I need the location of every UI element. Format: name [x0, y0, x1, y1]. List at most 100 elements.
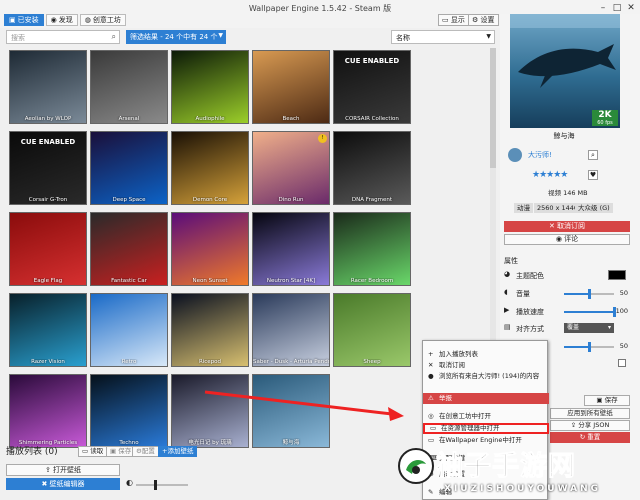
wallpaper-tile[interactable]: Techno — [90, 374, 168, 448]
wallpaper-name: CORSAIR Collection — [345, 116, 399, 122]
unsubscribe-button[interactable]: ✕ 取消订阅 — [504, 221, 630, 232]
compass-icon: ◉ — [50, 16, 57, 24]
warning-icon: ! — [318, 134, 327, 143]
wallpaper-tile[interactable]: ! Dino Run — [252, 131, 330, 205]
menu-item[interactable]: ✕ 取消订阅 — [423, 360, 549, 371]
tab-installed[interactable]: ▣ 已安装 — [4, 14, 44, 26]
bottom-volume-knob[interactable] — [154, 480, 158, 490]
menu-item-icon: ✕ — [428, 361, 434, 369]
wallpaper-tile[interactable]: Audiophile — [171, 50, 249, 124]
playlist-save-button[interactable]: ▣ 保存 — [106, 446, 136, 457]
wallpaper-tile[interactable]: Ricepod — [171, 293, 249, 367]
wallpaper-name: Sheep — [363, 359, 381, 365]
wallpaper-tile[interactable]: DNA Fragment — [333, 131, 411, 205]
wallpaper-tile[interactable]: Arsenal — [90, 50, 168, 124]
wallpaper-name: Neutron Star [4K] — [266, 278, 316, 284]
menu-item[interactable]: ● 浏览所有来自大污师! (194)的内容 — [423, 371, 549, 382]
wallpaper-tile[interactable]: CUE ENABLED Corsair G-Tron — [9, 131, 87, 205]
share-json-button[interactable]: ⇪ 分享 JSON — [550, 420, 630, 431]
wallpaper-name: Arsenal — [118, 116, 140, 122]
close-icon[interactable]: ✕ — [624, 3, 638, 13]
option-checkbox[interactable] — [618, 359, 626, 367]
wallpaper-name: Ricepod — [198, 359, 222, 365]
menu-item-icon: ▭ — [430, 424, 437, 432]
save-icon: ▣ — [110, 447, 117, 455]
wallpaper-name: Deep Space — [112, 197, 146, 203]
maximize-icon[interactable]: □ — [610, 3, 624, 13]
filter-dropdown[interactable]: 筛选结果 - 24 个中有 24 个 ▼ — [126, 30, 226, 44]
wallpaper-title: 鲸与海 — [553, 132, 575, 140]
wallpaper-editor-button[interactable]: ✖ 壁纸编辑器 — [6, 478, 120, 490]
wallpaper-tile[interactable]: Demon Core — [171, 131, 249, 205]
close-icon: ✕ — [548, 222, 555, 230]
wallpaper-tile[interactable]: Shimmering Particles — [9, 374, 87, 448]
wallpaper-tile[interactable]: Neon Sunset — [171, 212, 249, 286]
wallpaper-tile[interactable]: Razer Vision — [9, 293, 87, 367]
menu-item-label: 浏览所有来自大污师! (194)的内容 — [439, 372, 540, 380]
wallpaper-tile[interactable]: Saber - Dusk - Arturia Pendragon - セイバー【… — [252, 293, 330, 367]
wallpaper-grid: Aeolian by WLOP Arsenal Audiophile Beach CUE… — [9, 50, 413, 448]
share-icon: ⇪ — [570, 421, 577, 429]
playlist-configure-button[interactable]: ⚙配置 — [132, 446, 159, 457]
speaker-icon: ◖ — [504, 288, 508, 296]
heart-icon[interactable]: ♥ — [588, 170, 598, 180]
minimize-icon[interactable]: – — [596, 3, 610, 13]
wallpaper-name: Retro — [121, 359, 137, 365]
window-title: Wallpaper Engine 1.5.42 - Steam 版 — [248, 4, 392, 13]
apply-all-button[interactable]: 应用到所有壁纸 — [550, 408, 630, 419]
play-icon: ▶ — [504, 306, 510, 314]
picture-icon: ▣ — [9, 16, 16, 24]
wallpaper-tile[interactable]: 电光日记 by 琉璃 — [171, 374, 249, 448]
wallpaper-name: Audiophile — [195, 116, 225, 122]
wallpaper-name: Demon Core — [192, 197, 228, 203]
chevron-down-icon: ▼ — [218, 32, 223, 39]
author-link[interactable]: 大污师! — [528, 150, 552, 160]
wallpaper-tile[interactable]: CUE ENABLED CORSAIR Collection — [333, 50, 411, 124]
volume-slider[interactable] — [564, 289, 614, 299]
wallpaper-tile[interactable]: Neutron Star [4K] — [252, 212, 330, 286]
color-swatch[interactable] — [608, 270, 626, 280]
wallpaper-tile[interactable]: Eagle Flag — [9, 212, 87, 286]
playlist-load-button[interactable]: ▭ 读取 — [78, 446, 108, 457]
tab-workshop[interactable]: ◍ 创意工坊 — [79, 14, 126, 26]
watermark-logo — [398, 448, 434, 484]
wallpaper-tile[interactable]: Aeolian by WLOP — [9, 50, 87, 124]
position-slider[interactable] — [564, 342, 614, 352]
wallpaper-name: DNA Fragment — [351, 197, 393, 203]
monitor-icon: ▭ — [442, 16, 449, 24]
wallpaper-name: Dino Run — [278, 197, 304, 203]
upload-icon: ⇪ — [44, 466, 51, 474]
search-icon[interactable]: ⌕ — [588, 150, 598, 160]
sort-dropdown[interactable]: 名称 ▼ — [391, 30, 495, 44]
menu-item[interactable]: ⚠ 举报 — [423, 393, 549, 404]
wallpaper-tile[interactable]: 鲸与海 — [252, 374, 330, 448]
wallpaper-tile[interactable]: Fantastic Car — [90, 212, 168, 286]
watermark: 袖子手游网 XIUZISHOUYOUWANG — [392, 440, 640, 500]
menu-item[interactable]: ▭ 在资源管理器中打开 — [423, 423, 549, 434]
bottom-volume-slider[interactable] — [128, 480, 188, 490]
gear-icon: ⚙ — [472, 16, 479, 24]
tab-discover[interactable]: ◉ 发现 — [45, 14, 78, 26]
add-wallpaper-button[interactable]: +添加壁纸 — [158, 446, 198, 457]
menu-item-label: 加入播放列表 — [439, 350, 478, 358]
wallpaper-name: 鲸与海 — [282, 440, 300, 446]
settings-button[interactable]: ⚙ 设置 — [468, 14, 499, 26]
wallpaper-tile[interactable]: Retro — [90, 293, 168, 367]
comment-button[interactable]: ◉ 评论 — [504, 234, 630, 245]
author-avatar[interactable] — [508, 148, 522, 162]
wallpaper-tile[interactable]: Sheep — [333, 293, 411, 367]
menu-item[interactable]: + 加入播放列表 — [423, 349, 549, 360]
menu-item[interactable]: ◎ 在创意工坊中打开 — [423, 411, 549, 422]
search-input[interactable]: 搜索 ⌕ — [6, 30, 120, 44]
wallpaper-name: Saber - Dusk - Arturia Pendragon - セイバー【… — [253, 359, 329, 365]
speed-slider[interactable] — [564, 307, 616, 317]
alignment-select[interactable]: 覆盖 ▾ — [564, 323, 614, 333]
save-properties-button[interactable]: ▣ 保存 — [584, 395, 630, 406]
display-button[interactable]: ▭ 显示 — [438, 14, 469, 26]
wallpaper-tile[interactable]: Racer Bedroom — [333, 212, 411, 286]
wallpaper-tile[interactable]: Beach — [252, 50, 330, 124]
scrollbar-thumb[interactable] — [490, 48, 496, 168]
open-wallpaper-button[interactable]: ⇪ 打开壁纸 — [6, 464, 120, 476]
wallpaper-tile[interactable]: Deep Space — [90, 131, 168, 205]
align-icon: ▤ — [504, 323, 511, 331]
